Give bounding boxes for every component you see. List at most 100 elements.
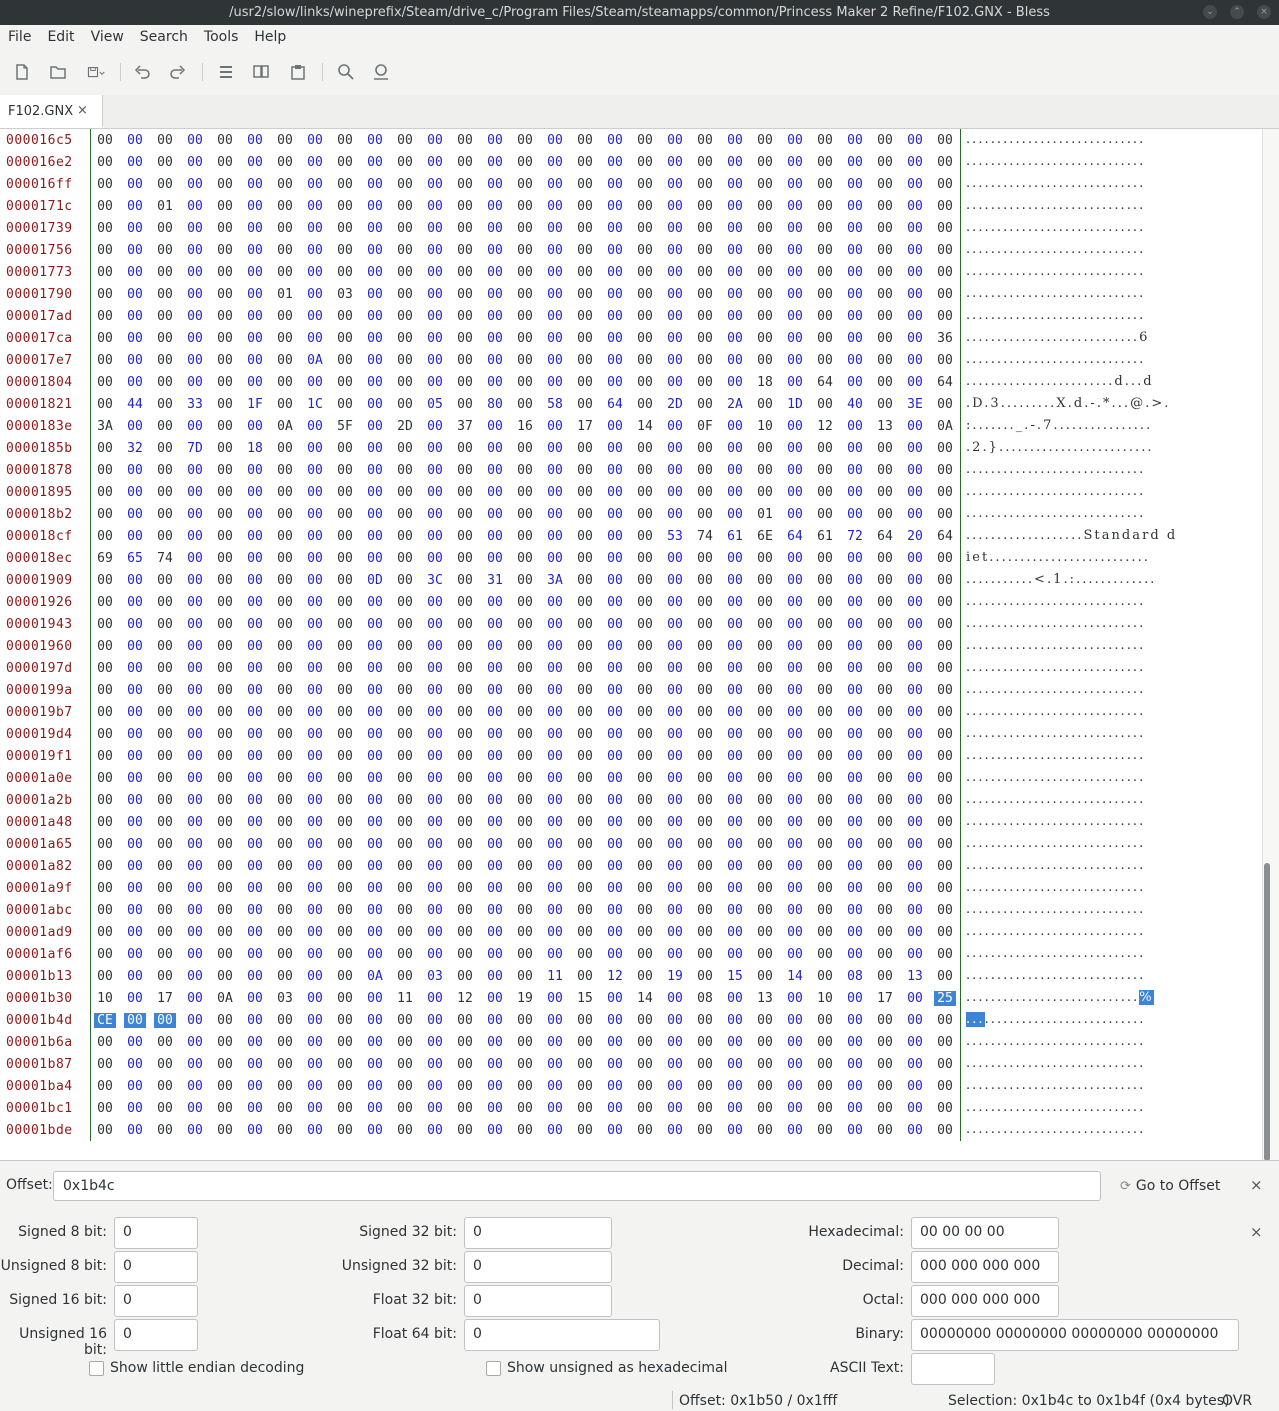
hex-byte[interactable]: 00 — [604, 353, 626, 368]
hex-byte[interactable]: 00 — [94, 925, 116, 940]
new-file-icon[interactable] — [10, 61, 34, 83]
hex-byte[interactable]: 00 — [514, 881, 536, 896]
hex-byte[interactable]: 00 — [424, 199, 446, 214]
hex-byte[interactable]: 00 — [814, 771, 836, 786]
hex-byte[interactable]: 00 — [334, 1079, 356, 1094]
hex-byte[interactable]: 19 — [664, 969, 686, 984]
hex-byte[interactable]: 00 — [154, 397, 176, 412]
hex-byte[interactable]: 00 — [124, 683, 146, 698]
hex-byte[interactable]: 00 — [544, 991, 566, 1006]
hex-byte[interactable]: 00 — [484, 1079, 506, 1094]
hex-byte[interactable]: 03 — [424, 969, 446, 984]
hex-byte[interactable]: 00 — [154, 243, 176, 258]
hex-byte[interactable]: 00 — [604, 639, 626, 654]
hex-byte[interactable]: 00 — [244, 793, 266, 808]
hex-byte[interactable]: 00 — [844, 595, 866, 610]
hex-byte[interactable]: 00 — [304, 1013, 326, 1028]
hex-byte[interactable]: 00 — [394, 947, 416, 962]
hex-byte[interactable]: 00 — [634, 397, 656, 412]
hex-byte[interactable]: 00 — [214, 177, 236, 192]
hex-byte[interactable]: 00 — [124, 155, 146, 170]
hex-byte[interactable]: 00 — [664, 793, 686, 808]
hex-byte[interactable]: 00 — [784, 485, 806, 500]
hex-byte[interactable]: 00 — [574, 881, 596, 896]
hex-byte[interactable]: 00 — [544, 859, 566, 874]
hex-byte[interactable]: 00 — [754, 1057, 776, 1072]
close-offset-bar-icon[interactable]: × — [1250, 1176, 1263, 1194]
hex-byte[interactable]: 00 — [394, 353, 416, 368]
hex-byte[interactable]: 00 — [94, 221, 116, 236]
hex-byte[interactable]: 00 — [514, 331, 536, 346]
hex-byte[interactable]: 00 — [634, 309, 656, 324]
hex-byte[interactable]: 00 — [724, 771, 746, 786]
hex-byte[interactable]: 00 — [904, 1013, 926, 1028]
hex-byte[interactable]: 00 — [154, 177, 176, 192]
hex-byte[interactable]: 00 — [94, 727, 116, 742]
hex-byte[interactable]: 00 — [394, 727, 416, 742]
hex-byte[interactable]: 00 — [244, 727, 266, 742]
hex-byte[interactable]: 00 — [334, 793, 356, 808]
hex-byte[interactable]: 00 — [454, 771, 476, 786]
hex-byte[interactable]: 00 — [244, 617, 266, 632]
hex-byte[interactable]: 00 — [334, 1013, 356, 1028]
hex-byte[interactable]: 00 — [124, 793, 146, 808]
hex-byte[interactable]: 00 — [154, 661, 176, 676]
hex-byte[interactable]: 00 — [934, 507, 956, 522]
hex-byte[interactable]: 00 — [934, 705, 956, 720]
hex-byte[interactable]: 00 — [934, 485, 956, 500]
open-file-icon[interactable] — [46, 61, 70, 83]
hex-byte[interactable]: 00 — [694, 1101, 716, 1116]
hex-byte[interactable]: 00 — [844, 1101, 866, 1116]
hex-byte[interactable]: 00 — [274, 925, 296, 940]
hex-byte[interactable]: 00 — [124, 485, 146, 500]
hex-byte[interactable]: 00 — [394, 595, 416, 610]
hex-byte[interactable]: 00 — [514, 375, 536, 390]
hex-byte[interactable]: 00 — [664, 177, 686, 192]
hex-byte[interactable]: 00 — [94, 177, 116, 192]
hex-byte[interactable]: 00 — [154, 1079, 176, 1094]
hex-byte[interactable]: 00 — [844, 309, 866, 324]
hex-byte[interactable]: 40 — [844, 397, 866, 412]
hex-byte[interactable]: 00 — [364, 815, 386, 830]
hex-byte[interactable]: 00 — [754, 155, 776, 170]
hex-byte[interactable]: 00 — [424, 441, 446, 456]
hex-byte[interactable]: 00 — [664, 1035, 686, 1050]
hex-byte[interactable]: 00 — [664, 507, 686, 522]
hex-byte[interactable]: 00 — [124, 881, 146, 896]
hex-byte[interactable]: 08 — [694, 991, 716, 1006]
hex-byte[interactable]: 00 — [274, 683, 296, 698]
hex-byte[interactable]: 00 — [514, 617, 536, 632]
hex-byte[interactable]: 00 — [574, 133, 596, 148]
hex-byte[interactable]: 00 — [904, 639, 926, 654]
hex-byte[interactable]: 00 — [364, 529, 386, 544]
hex-byte[interactable]: 00 — [694, 837, 716, 852]
hex-byte[interactable]: 37 — [454, 419, 476, 434]
hex-byte[interactable]: 00 — [844, 463, 866, 478]
hex-byte[interactable]: 00 — [334, 771, 356, 786]
hex-byte[interactable]: 00 — [274, 947, 296, 962]
hex-byte[interactable]: 00 — [814, 815, 836, 830]
hex-byte[interactable]: 00 — [454, 485, 476, 500]
hex-byte[interactable]: 00 — [604, 661, 626, 676]
hex-byte[interactable]: 00 — [724, 1057, 746, 1072]
hex-byte[interactable]: 00 — [154, 309, 176, 324]
hex-byte[interactable]: 00 — [844, 507, 866, 522]
hex-byte[interactable]: 00 — [514, 265, 536, 280]
hex-byte[interactable]: 12 — [604, 969, 626, 984]
hex-byte[interactable]: 00 — [754, 815, 776, 830]
hex-byte[interactable]: 00 — [304, 1101, 326, 1116]
hex-byte[interactable]: 00 — [94, 331, 116, 346]
hex-byte[interactable]: 00 — [604, 903, 626, 918]
hex-byte[interactable]: 00 — [184, 749, 206, 764]
hex-byte[interactable]: 00 — [94, 881, 116, 896]
hex-byte[interactable]: 00 — [814, 925, 836, 940]
hex-byte[interactable]: 2A — [724, 397, 746, 412]
hex-byte[interactable]: 17 — [574, 419, 596, 434]
hex-byte[interactable]: 00 — [364, 1123, 386, 1138]
hex-byte[interactable]: 00 — [244, 265, 266, 280]
hex-byte[interactable]: 00 — [724, 793, 746, 808]
hex-byte[interactable]: 00 — [574, 309, 596, 324]
hex-byte[interactable]: 00 — [784, 221, 806, 236]
hex-byte[interactable]: 00 — [124, 1123, 146, 1138]
hex-byte[interactable]: 00 — [214, 1101, 236, 1116]
